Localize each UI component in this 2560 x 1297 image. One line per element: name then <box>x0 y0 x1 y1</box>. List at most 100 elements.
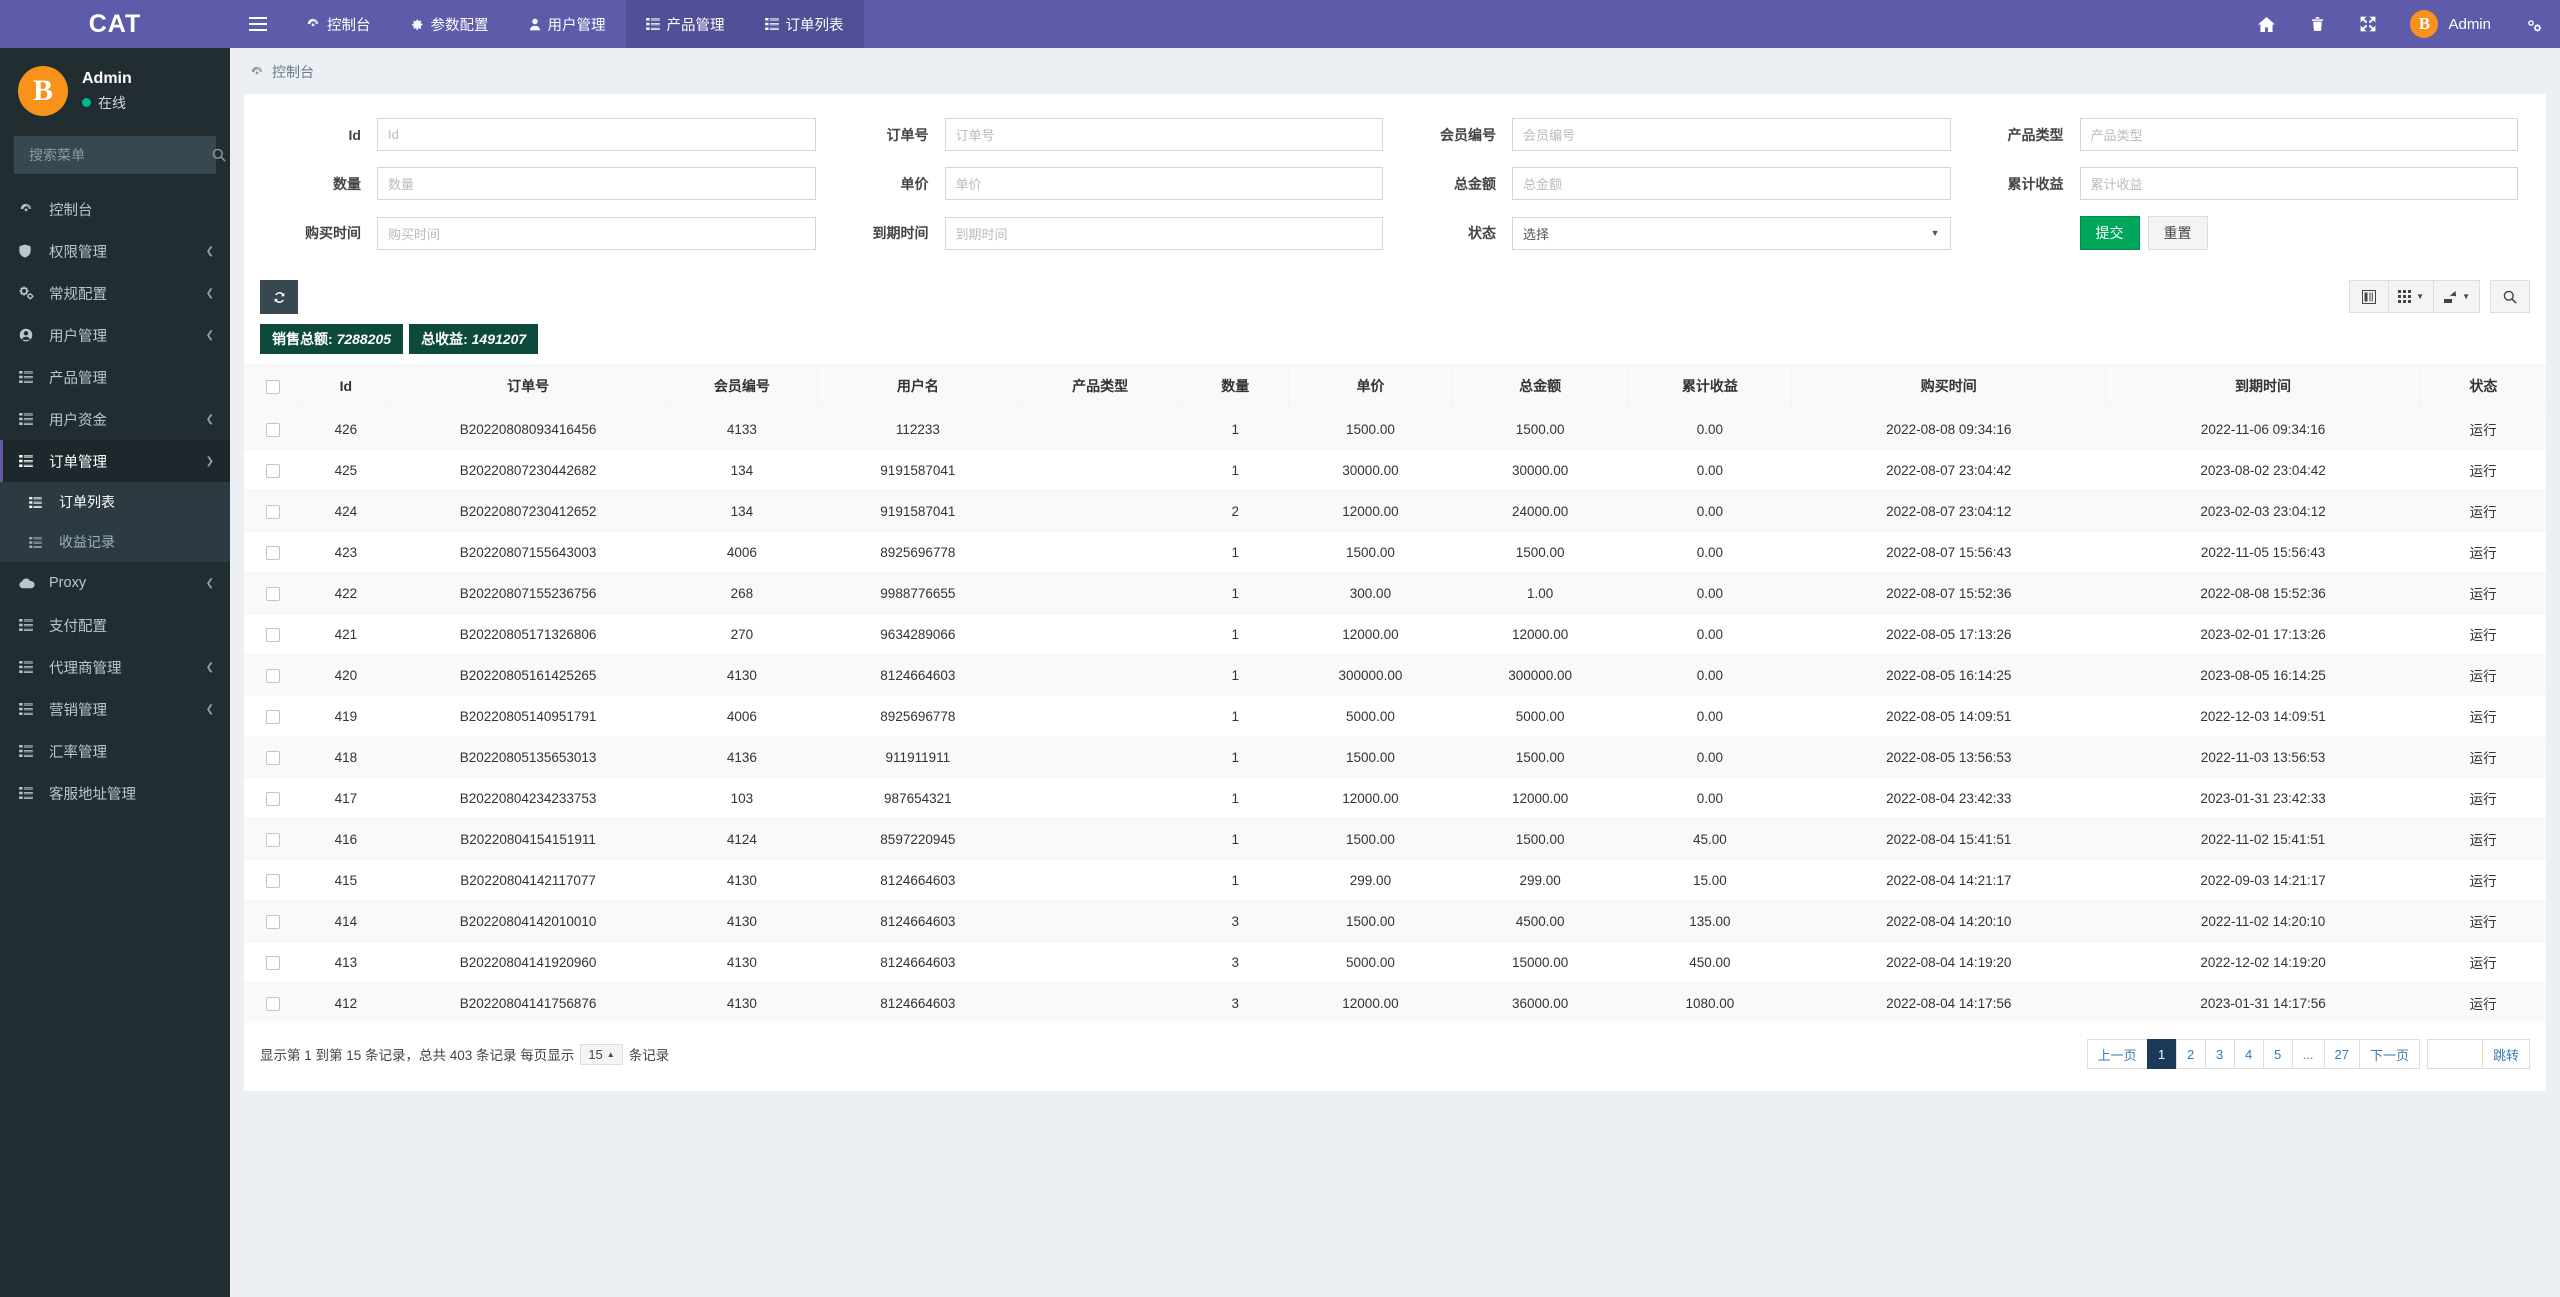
row-checkbox[interactable] <box>265 791 280 806</box>
brand-logo[interactable]: CAT <box>0 0 230 48</box>
col-status[interactable]: 状态 <box>2419 364 2546 409</box>
col-purchase-time[interactable]: 购买时间 <box>1791 364 2106 409</box>
table-row[interactable]: 420 B20220805161425265 4130 8124664603 1 3000… <box>244 654 2546 696</box>
col-username[interactable]: 用户名 <box>816 364 1019 409</box>
search-icon[interactable] <box>2490 280 2530 313</box>
cell-member-no: 268 <box>666 572 818 614</box>
page-jump-button[interactable]: 跳转 <box>2481 1039 2530 1069</box>
table-row[interactable]: 424 B20220807230412652 134 9191587041 2 12000… <box>244 490 2546 532</box>
cell-order-no: B20220807155643003 <box>389 531 667 573</box>
home-icon[interactable] <box>2240 0 2293 48</box>
cell-status: 运行 <box>2420 982 2546 1023</box>
status-select[interactable]: 选择 ▼ <box>1512 216 1951 250</box>
nav-item-order-list[interactable]: 订单列表 <box>744 0 864 48</box>
cell-unit-price: 12000.00 <box>1288 613 1453 655</box>
export-icon[interactable]: ▼ <box>2433 280 2480 313</box>
table-row[interactable]: 426 B20220808093416456 4133 112233 1 1500.00 1… <box>244 407 2546 450</box>
cell-accumulated-profit: 0.00 <box>1628 736 1792 778</box>
table-row[interactable]: 423 B20220807155643003 4006 8925696778 1 1500… <box>244 531 2546 573</box>
select-all-checkbox[interactable] <box>265 380 280 395</box>
col-unit-price[interactable]: 单价 <box>1288 364 1453 409</box>
row-checkbox[interactable] <box>265 955 280 970</box>
expire-time-input[interactable]: 到期时间 <box>944 216 1383 250</box>
row-checkbox[interactable] <box>265 668 280 683</box>
page-number-27[interactable]: 27 <box>2323 1039 2360 1069</box>
nav-item-params-config[interactable]: 参数配置 <box>391 0 509 48</box>
member-no-input[interactable]: 会员编号 <box>1512 118 1951 151</box>
row-checkbox[interactable] <box>265 914 280 929</box>
col-expire-time[interactable]: 到期时间 <box>2105 364 2421 409</box>
gears-icon[interactable] <box>2507 0 2542 48</box>
page-jump-input[interactable] <box>2426 1039 2483 1069</box>
table-row[interactable]: 414 B20220804142010010 4130 8124664603 3 1500… <box>244 900 2546 942</box>
table-row[interactable]: 418 B20220805135653013 4136 911911911 1 1500.… <box>244 736 2546 778</box>
table-row[interactable]: 419 B20220805140951791 4006 8925696778 1 5000… <box>244 695 2546 737</box>
row-checkbox[interactable] <box>265 504 280 519</box>
table-row[interactable]: 412 B20220804141756876 4130 8124664603 3 1200… <box>244 982 2546 1023</box>
columns-icon[interactable] <box>2349 280 2390 313</box>
cell-accumulated-profit: 15.00 <box>1628 859 1792 901</box>
row-checkbox[interactable] <box>265 463 280 478</box>
quantity-input[interactable]: 数量 <box>377 167 816 200</box>
col-quantity[interactable]: 数量 <box>1181 364 1289 409</box>
search-menu-input[interactable] <box>27 146 212 164</box>
nav-item-user-management[interactable]: 用户管理 <box>509 0 626 48</box>
page-number-4[interactable]: 4 <box>2233 1039 2264 1069</box>
page-number-5[interactable]: 5 <box>2262 1039 2293 1069</box>
page-next-button[interactable]: 下一页 <box>2358 1039 2420 1069</box>
table-row[interactable]: 422 B20220807155236756 268 9988776655 1 300.0… <box>244 572 2546 614</box>
page-number-2[interactable]: 2 <box>2175 1039 2206 1069</box>
sidebar-search[interactable] <box>14 136 226 174</box>
row-checkbox[interactable] <box>265 873 280 888</box>
nav-item-product-management[interactable]: 产品管理 <box>625 0 745 48</box>
navbar-user-menu[interactable]: B Admin <box>2394 0 2507 48</box>
accumulated-profit-input[interactable]: 累计收益 <box>2079 167 2518 200</box>
order-no-input[interactable]: 订单号 <box>944 118 1383 151</box>
table-row[interactable]: 415 B20220804142117077 4130 8124664603 1 299.… <box>244 859 2546 901</box>
col-member-no[interactable]: 会员编号 <box>665 364 818 409</box>
field-label: 订单号 <box>886 126 929 143</box>
page-number-1[interactable]: 1 <box>2146 1039 2177 1069</box>
table-row[interactable]: 413 B20220804141920960 4130 8124664603 3 5000… <box>244 941 2546 983</box>
row-checkbox[interactable] <box>265 750 280 765</box>
col-product-type[interactable]: 产品类型 <box>1017 364 1182 409</box>
cell-total-amount: 15000.00 <box>1452 941 1629 983</box>
table-row[interactable]: 417 B20220804234233753 103 987654321 1 12000.… <box>244 777 2546 819</box>
col-id[interactable]: Id <box>301 364 390 409</box>
row-checkbox[interactable] <box>265 422 280 437</box>
sidebar-toggle-button[interactable] <box>230 0 286 48</box>
page-number-3[interactable]: 3 <box>2204 1039 2235 1069</box>
table-row[interactable]: 421 B20220805171326806 270 9634289066 1 12000… <box>244 613 2546 655</box>
row-checkbox[interactable] <box>265 545 280 560</box>
cell-order-no: B20220804154151911 <box>389 818 667 860</box>
submit-button[interactable]: 提交 <box>2079 216 2140 250</box>
purchase-time-input[interactable]: 购买时间 <box>377 216 816 250</box>
page-prev-button[interactable]: 上一页 <box>2086 1039 2148 1069</box>
col-order-no[interactable]: 订单号 <box>389 364 667 409</box>
page-size-selector[interactable]: 15 ▲ <box>580 1043 623 1065</box>
col-accumulated-profit[interactable]: 累计收益 <box>1627 364 1792 409</box>
table-row[interactable]: 416 B20220804154151911 4124 8597220945 1 1500… <box>244 818 2546 860</box>
table-row[interactable]: 425 B20220807230442682 134 9191587041 1 30000… <box>244 449 2546 491</box>
row-checkbox[interactable] <box>265 586 280 601</box>
reset-button[interactable]: 重置 <box>2147 216 2208 250</box>
col-total-amount[interactable]: 总金额 <box>1451 364 1629 409</box>
search-icon[interactable] <box>212 148 226 162</box>
refresh-button[interactable] <box>260 280 298 314</box>
cell-expire-time: 2022-12-03 14:09:51 <box>2105 695 2421 737</box>
nav-item-dashboard[interactable]: 控制台 <box>286 0 391 48</box>
grid-icon[interactable]: ▼ <box>2388 280 2435 313</box>
fullscreen-icon[interactable] <box>2342 0 2394 48</box>
row-checkbox[interactable] <box>265 709 280 724</box>
total-amount-input[interactable]: 总金额 <box>1512 167 1951 200</box>
product-type-input[interactable]: 产品类型 <box>2079 118 2518 151</box>
row-select-cell <box>244 449 302 491</box>
row-checkbox[interactable] <box>265 996 280 1011</box>
cell-order-no: B20220807230442682 <box>389 449 667 491</box>
unit-price-input[interactable]: 单价 <box>944 167 1383 200</box>
trash-icon[interactable] <box>2293 0 2342 48</box>
id-input[interactable]: Id <box>377 118 816 151</box>
row-checkbox[interactable] <box>265 832 280 847</box>
sidebar-user-status-label: 在线 <box>98 94 126 111</box>
row-checkbox[interactable] <box>265 627 280 642</box>
